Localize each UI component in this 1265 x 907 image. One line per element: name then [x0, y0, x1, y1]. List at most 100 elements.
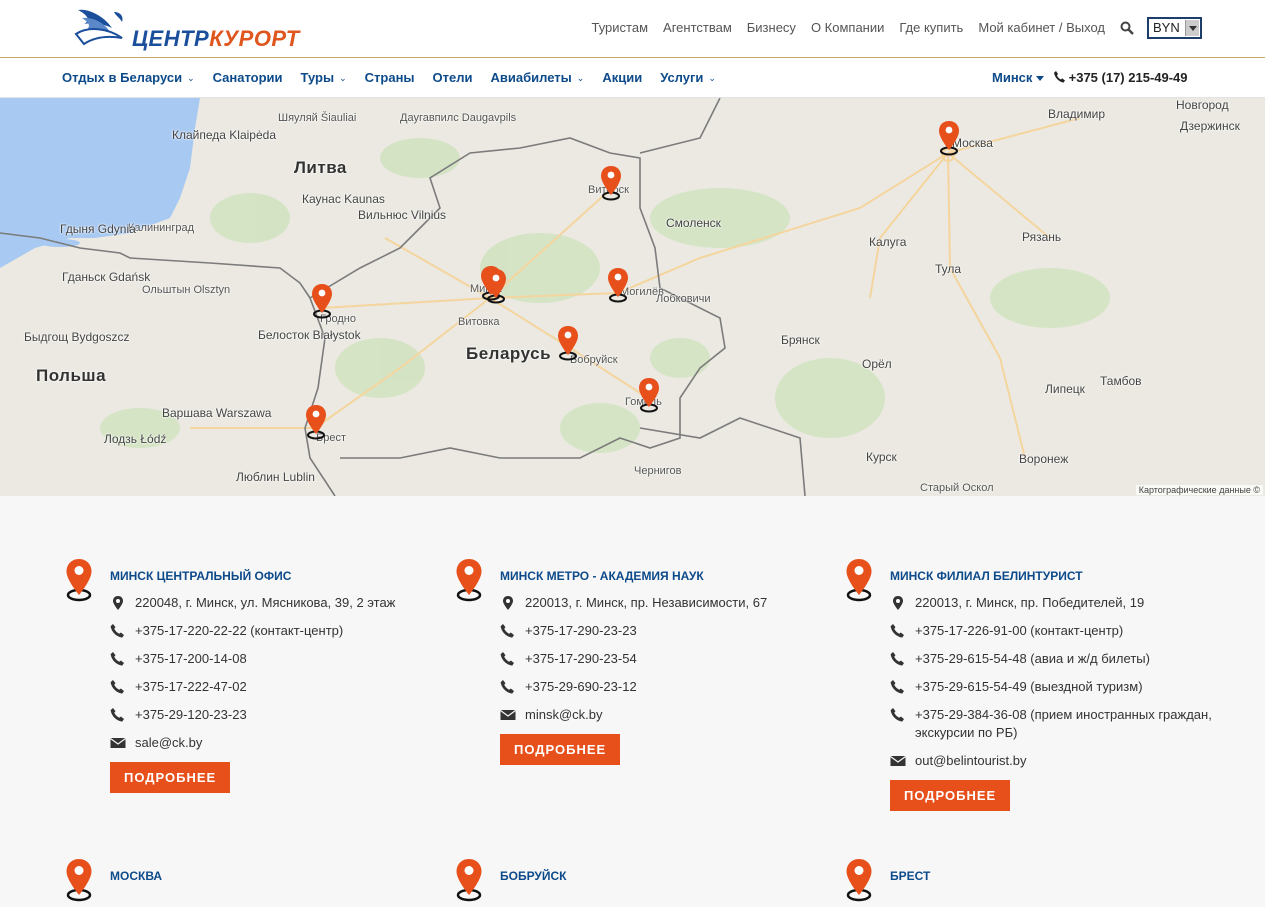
- office-card: Минск метро - Академия наук 220013, г. Ми…: [456, 559, 830, 765]
- office-phone[interactable]: +375-17-220-22-22 (контакт-центр): [110, 622, 440, 640]
- office-phone[interactable]: +375-17-290-23-23: [500, 622, 830, 640]
- city-selector[interactable]: Минск: [992, 70, 1045, 85]
- more-details-button[interactable]: ПОДРОБНЕЕ: [110, 762, 231, 793]
- map-city-label: Калининград: [128, 222, 195, 234]
- map-city-label: Шяуляй Šiauliai: [278, 112, 357, 124]
- map-city-label: Курск: [866, 450, 897, 464]
- map-marker-icon[interactable]: [305, 404, 327, 440]
- top-nav-tourists[interactable]: Туристам: [591, 20, 648, 35]
- map-city-label: Быдгощ Bydgoszcz: [24, 330, 130, 344]
- map-marker-icon[interactable]: [485, 268, 507, 304]
- main-nav-label: Туры: [300, 70, 335, 85]
- main-nav-item-5[interactable]: Авиабилеты ⌄: [491, 70, 585, 85]
- chevron-down-icon: ⌄: [187, 73, 195, 83]
- map-marker-icon: [455, 858, 483, 902]
- office-title[interactable]: Брест: [890, 868, 1220, 884]
- map-city-label: Рязань: [1022, 230, 1062, 244]
- main-nav-item-0[interactable]: Отдых в Беларуси ⌄: [62, 70, 195, 85]
- map-marker-icon: [845, 858, 873, 902]
- currency-value: BYN: [1153, 20, 1180, 35]
- offices-map[interactable]: Клайпеда Klaipėda Шяуляй Šiauliai Даугавпи…: [0, 98, 1265, 496]
- caret-down-icon: [1036, 76, 1045, 82]
- top-nav-agencies[interactable]: Агентствам: [663, 20, 732, 35]
- chevron-down-icon: ⌄: [708, 73, 716, 83]
- map-country-label: Литва: [294, 158, 347, 177]
- more-details-button[interactable]: ПОДРОБНЕЕ: [890, 780, 1011, 811]
- office-phone[interactable]: +375-17-200-14-08: [110, 650, 440, 668]
- map-city-label: Орёл: [862, 357, 892, 371]
- office-card: Москва: [66, 859, 440, 902]
- main-nav-item-6[interactable]: Акции: [602, 70, 642, 85]
- top-nav-account[interactable]: Мой кабинет / Выход: [978, 20, 1105, 35]
- map-marker-icon: [65, 558, 93, 602]
- search-icon[interactable]: [1120, 21, 1134, 35]
- more-details-button[interactable]: ПОДРОБНЕЕ: [500, 734, 621, 765]
- phone-icon: [500, 680, 516, 694]
- main-nav-item-2[interactable]: Туры ⌄: [301, 70, 347, 85]
- envelope-icon: [110, 736, 126, 750]
- office-title[interactable]: Минск Филиал Белинтурист: [890, 568, 1220, 584]
- map-city-label: Новгород: [1176, 98, 1229, 112]
- office-address: 220013, г. Минск, пр. Независимости, 67: [500, 594, 830, 612]
- currency-select[interactable]: BYN: [1147, 17, 1202, 39]
- map-city-label: Витовка: [458, 316, 500, 328]
- map-marker-icon: [845, 558, 873, 602]
- map-marker-icon[interactable]: [607, 267, 629, 303]
- office-title[interactable]: Минск метро - Академия наук: [500, 568, 830, 584]
- office-phone[interactable]: +375-29-615-54-49 (выездной туризм): [890, 678, 1220, 696]
- office-phone[interactable]: +375-29-615-54-48 (авиа и ж/д билеты): [890, 650, 1220, 668]
- office-card: Минск Центральный офис 220048, г. Минск, …: [66, 559, 440, 793]
- office-title[interactable]: Бобруйск: [500, 868, 830, 884]
- office-email[interactable]: sale@ck.by: [110, 734, 440, 752]
- map-marker-icon[interactable]: [311, 283, 333, 319]
- map-city-label: Лодзь Łódź: [104, 432, 167, 446]
- location-icon: [890, 596, 906, 610]
- logo-wing-icon: [74, 9, 123, 46]
- location-icon: [500, 596, 516, 610]
- office-title[interactable]: Минск Центральный офис: [110, 568, 440, 584]
- office-phone[interactable]: +375-29-384-36-08 (прием иностранных гра…: [890, 706, 1220, 742]
- map-marker-icon[interactable]: [557, 325, 579, 361]
- map-city-label: Гдыня Gdynia: [60, 222, 136, 236]
- office-phone[interactable]: +375-17-290-23-54: [500, 650, 830, 668]
- map-credit: Картографические данные ©: [1135, 485, 1263, 495]
- office-email[interactable]: minsk@ck.by: [500, 706, 830, 724]
- map-marker-icon[interactable]: [600, 165, 622, 201]
- office-title[interactable]: Москва: [110, 868, 440, 884]
- map-city-label: Дзержинск: [1180, 119, 1240, 133]
- envelope-icon: [890, 754, 906, 768]
- phone-icon: [110, 708, 126, 722]
- office-email[interactable]: out@belintourist.by: [890, 752, 1220, 770]
- map-city-label: Варшава Warszawa: [162, 406, 272, 420]
- phone-icon: [500, 624, 516, 638]
- office-address: 220048, г. Минск, ул. Мясникова, 39, 2 э…: [110, 594, 440, 612]
- top-nav-business[interactable]: Бизнесу: [747, 20, 796, 35]
- map-city-label: Белосток Białystok: [258, 328, 361, 342]
- map-marker-icon[interactable]: [638, 377, 660, 413]
- chevron-down-icon: ⌄: [339, 73, 347, 83]
- main-nav-item-4[interactable]: Отели: [433, 70, 473, 85]
- map-marker-icon: [65, 858, 93, 902]
- main-nav-label: Акции: [602, 70, 643, 85]
- map-marker-icon[interactable]: [938, 120, 960, 156]
- main-nav-item-7[interactable]: Услуги ⌄: [660, 70, 716, 85]
- main-nav-item-3[interactable]: Страны: [365, 70, 415, 85]
- logo[interactable]: ЦЕНТРКУРОРТ: [74, 4, 304, 51]
- main-nav-label: Страны: [364, 70, 415, 85]
- top-nav-where-to-buy[interactable]: Где купить: [899, 20, 963, 35]
- office-phone[interactable]: +375-29-690-23-12: [500, 678, 830, 696]
- top-bar: ЦЕНТРКУРОРТ Туристам Агентствам Бизнесу …: [0, 0, 1265, 58]
- main-nav-label: Отели: [432, 70, 473, 85]
- header-phone[interactable]: +375 (17) 215-49-49: [1054, 70, 1188, 85]
- map-city-label: Тамбов: [1100, 374, 1142, 388]
- office-phone[interactable]: +375-17-226-91-00 (контакт-центр): [890, 622, 1220, 640]
- map-city-label: Владимир: [1048, 107, 1106, 121]
- office-phone[interactable]: +375-29-120-23-23: [110, 706, 440, 724]
- office-address: 220013, г. Минск, пр. Победителей, 19: [890, 594, 1220, 612]
- map-city-label: Клайпеда Klaipėda: [172, 128, 276, 142]
- main-nav-item-1[interactable]: Санатории: [213, 70, 283, 85]
- top-nav-about[interactable]: О Компании: [811, 20, 884, 35]
- map-city-label: Гданьск Gdańsk: [62, 270, 151, 284]
- office-phone[interactable]: +375-17-222-47-02: [110, 678, 440, 696]
- map-city-label: Калуга: [869, 235, 907, 249]
